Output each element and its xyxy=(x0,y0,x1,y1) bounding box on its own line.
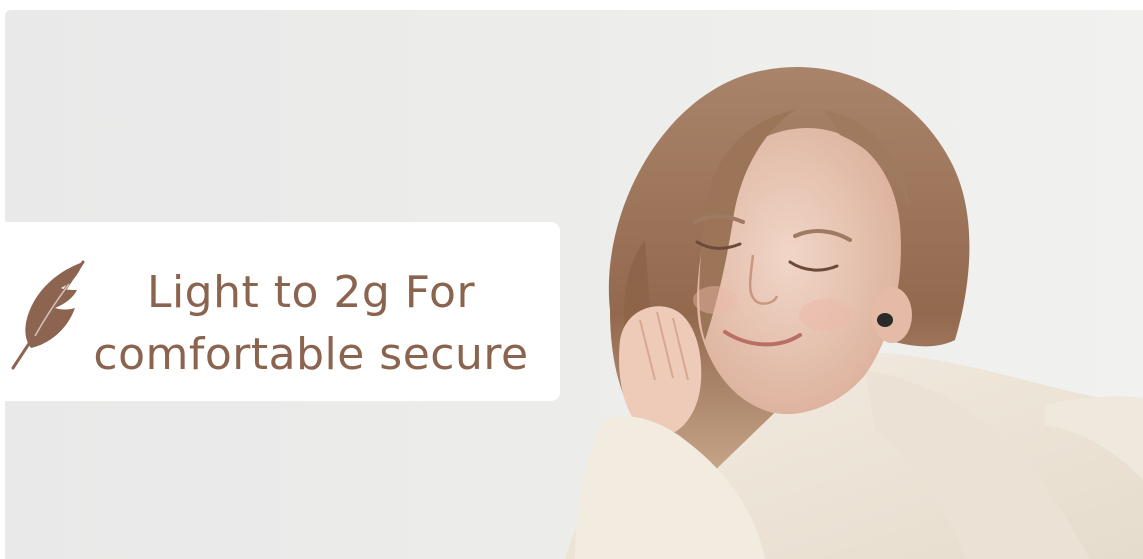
feature-headline: Light to 2g For comfortable secure xyxy=(81,262,541,386)
product-banner: Light to 2g For comfortable secure xyxy=(5,10,1143,559)
feature-callout: Light to 2g For comfortable secure xyxy=(5,222,560,401)
headline-line-1: Light to 2g For xyxy=(146,267,476,318)
feather-icon xyxy=(11,260,85,370)
headline-line-2: comfortable secure xyxy=(93,329,529,380)
